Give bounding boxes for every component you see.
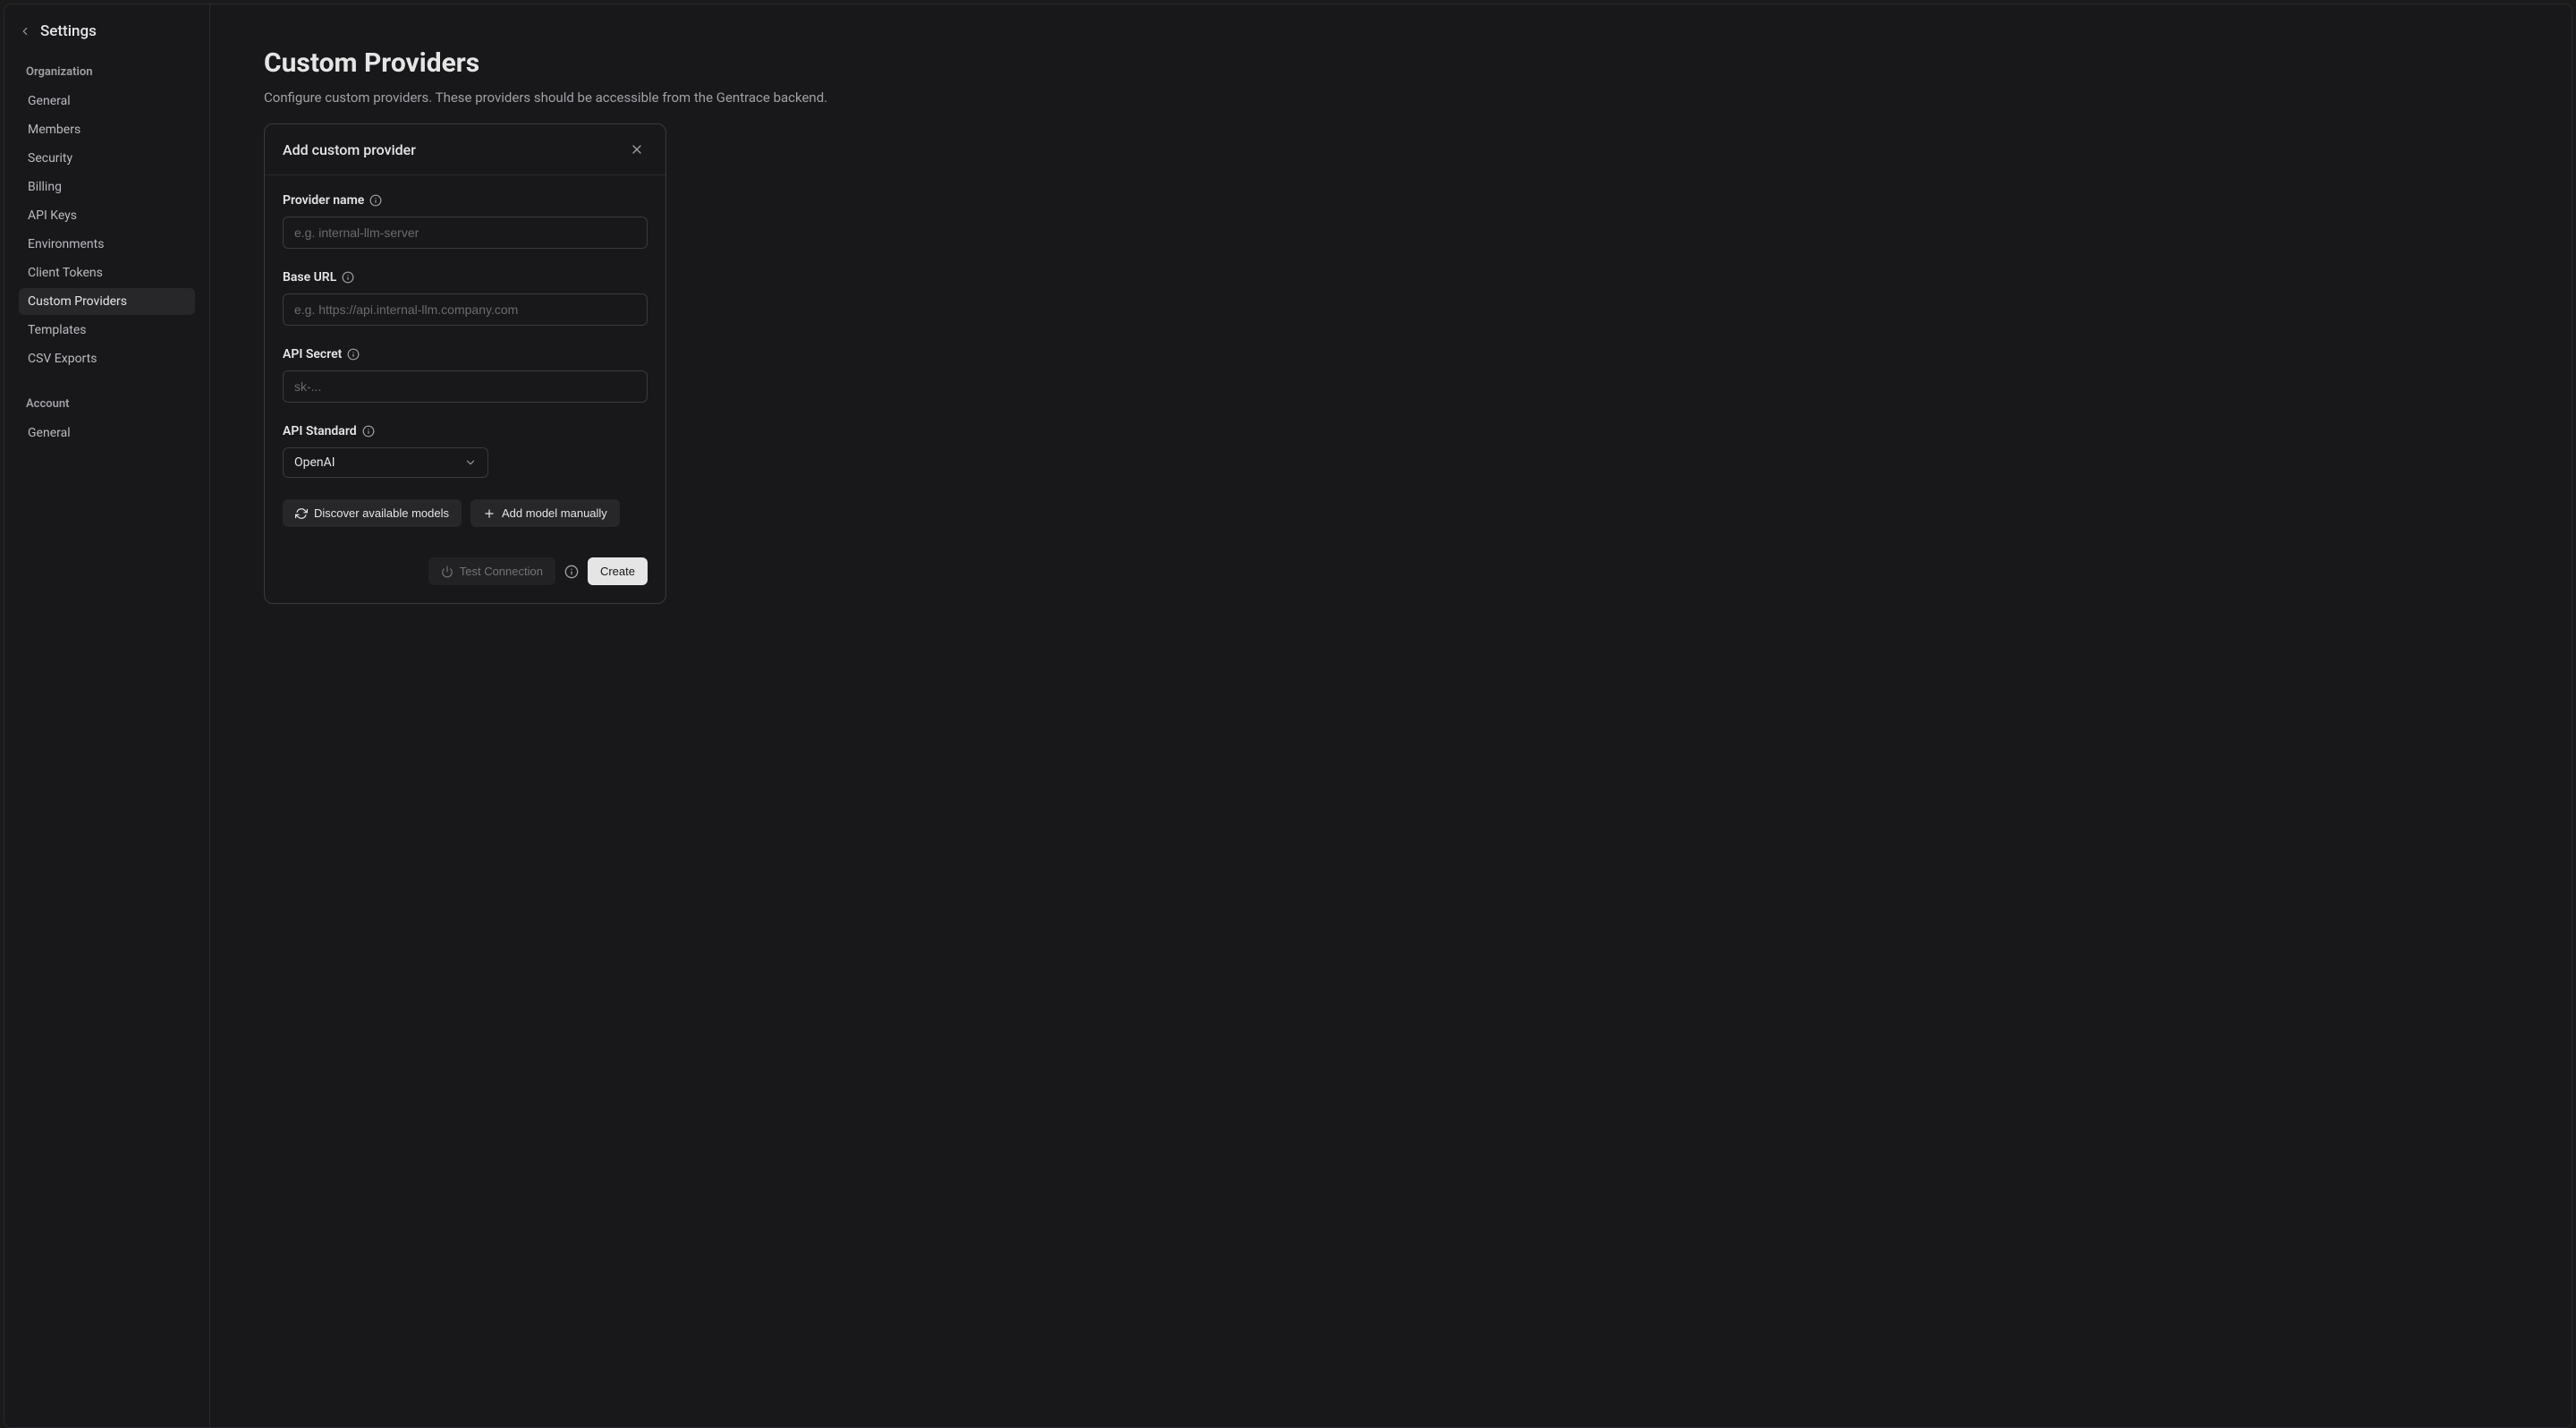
close-icon <box>630 142 644 157</box>
add-provider-modal: Add custom provider Provider name Base U… <box>264 123 666 604</box>
sidebar-nav-organization: General Members Security Billing API Key… <box>19 88 195 372</box>
sidebar-item-security[interactable]: Security <box>19 145 195 172</box>
sidebar-item-members[interactable]: Members <box>19 116 195 143</box>
refresh-icon <box>295 507 308 520</box>
sidebar-item-api-keys[interactable]: API Keys <box>19 202 195 229</box>
info-icon[interactable] <box>369 194 382 207</box>
provider-name-input[interactable] <box>283 217 648 249</box>
api-secret-label: API Secret <box>283 347 648 361</box>
sidebar-section-account: Account <box>19 397 195 411</box>
sidebar-item-csv-exports[interactable]: CSV Exports <box>19 345 195 372</box>
modal-header: Add custom provider <box>265 124 665 175</box>
close-button[interactable] <box>626 139 648 160</box>
info-icon[interactable] <box>564 565 579 579</box>
info-icon[interactable] <box>342 271 354 284</box>
plus-icon <box>483 507 496 520</box>
form-group-base-url: Base URL <box>283 270 648 326</box>
page-description: Configure custom providers. These provid… <box>264 89 2518 106</box>
sidebar-section-organization: Organization <box>19 65 195 79</box>
sidebar-item-custom-providers[interactable]: Custom Providers <box>19 288 195 315</box>
info-icon[interactable] <box>347 348 360 361</box>
modal-title: Add custom provider <box>283 141 416 158</box>
page-title: Custom Providers <box>264 47 2518 79</box>
add-model-manually-button[interactable]: Add model manually <box>470 499 620 527</box>
sidebar-item-general[interactable]: General <box>19 88 195 115</box>
form-group-provider-name: Provider name <box>283 193 648 249</box>
base-url-input[interactable] <box>283 293 648 326</box>
base-url-label: Base URL <box>283 270 648 285</box>
form-group-api-standard: API Standard OpenAI <box>283 424 648 478</box>
sidebar-item-billing[interactable]: Billing <box>19 174 195 200</box>
info-icon[interactable] <box>362 425 375 438</box>
discover-models-button[interactable]: Discover available models <box>283 499 462 527</box>
provider-name-label: Provider name <box>283 193 648 208</box>
settings-sidebar: Settings Organization General Members Se… <box>4 4 210 1427</box>
modal-footer: Test Connection Create <box>265 545 665 603</box>
modal-body: Provider name Base URL API Secret <box>265 175 665 545</box>
create-button[interactable]: Create <box>588 557 648 585</box>
sidebar-item-environments[interactable]: Environments <box>19 231 195 258</box>
chevron-left-icon <box>19 25 31 38</box>
plug-icon <box>441 565 453 578</box>
api-standard-select[interactable]: OpenAI <box>283 447 488 478</box>
main-content: Custom Providers Configure custom provid… <box>210 4 2572 1427</box>
sidebar-nav-account: General <box>19 420 195 446</box>
model-button-row: Discover available models Add model manu… <box>283 499 648 527</box>
sidebar-item-client-tokens[interactable]: Client Tokens <box>19 259 195 286</box>
test-connection-button[interactable]: Test Connection <box>428 557 555 585</box>
form-group-api-secret: API Secret <box>283 347 648 403</box>
api-standard-label: API Standard <box>283 424 648 438</box>
chevron-down-icon <box>464 456 477 469</box>
sidebar-item-templates[interactable]: Templates <box>19 317 195 344</box>
sidebar-header[interactable]: Settings <box>19 22 195 40</box>
sidebar-title: Settings <box>40 22 97 40</box>
api-secret-input[interactable] <box>283 370 648 403</box>
sidebar-item-account-general[interactable]: General <box>19 420 195 446</box>
